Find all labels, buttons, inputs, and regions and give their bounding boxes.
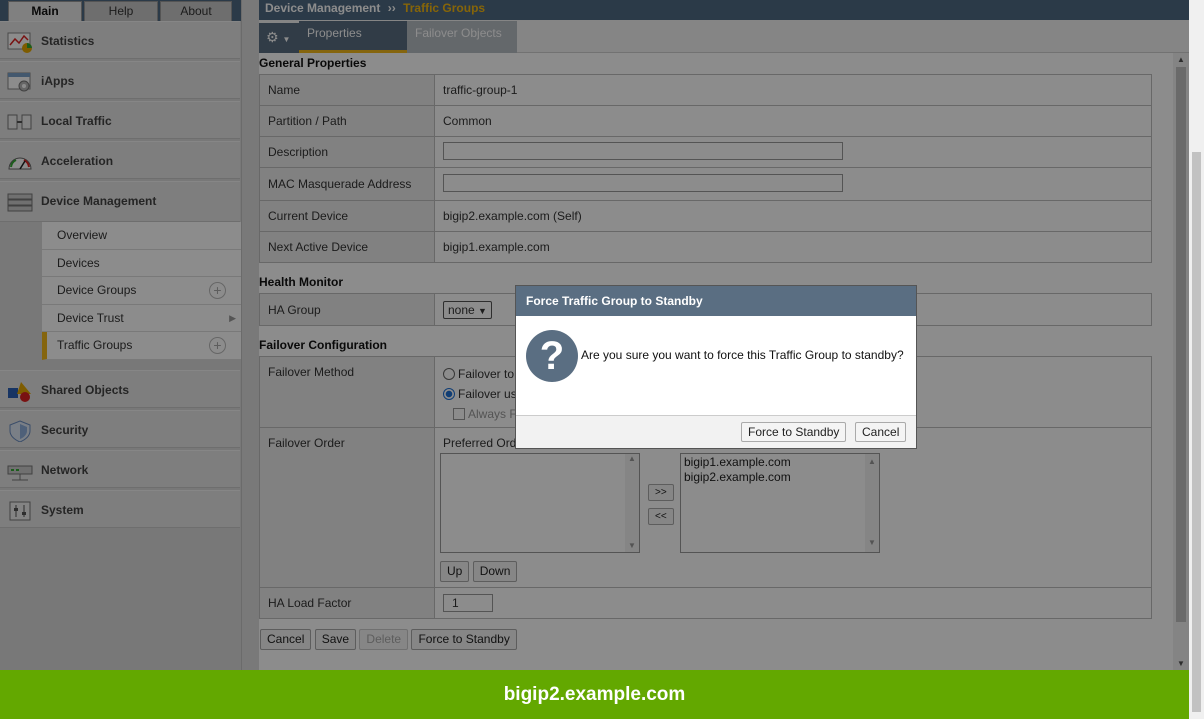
force-standby-dialog: Force Traffic Group to Standby ? Are you…	[515, 285, 917, 449]
dialog-cancel-button[interactable]: Cancel	[855, 422, 907, 442]
dialog-title: Force Traffic Group to Standby	[516, 286, 916, 316]
dialog-footer: Force to Standby Cancel	[516, 415, 916, 448]
page-scrollbar[interactable]	[1189, 0, 1204, 719]
question-icon: ?	[526, 330, 578, 382]
dialog-force-button[interactable]: Force to Standby	[741, 422, 847, 442]
page-scrollbar-thumb[interactable]	[1192, 152, 1201, 712]
dialog-message: Are you sure you want to force this Traf…	[581, 348, 904, 362]
hostname-footer: bigip2.example.com	[0, 670, 1189, 719]
